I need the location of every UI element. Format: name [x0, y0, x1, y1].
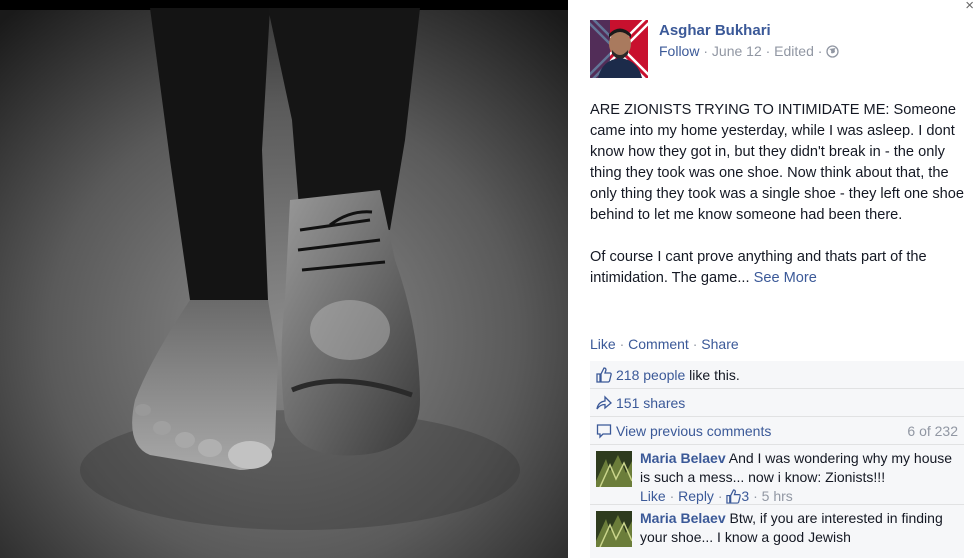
- comment-text: Maria Belaev And I was wondering why my …: [640, 449, 964, 487]
- commenter-avatar[interactable]: [596, 451, 632, 487]
- comment-time: 5 hrs: [761, 488, 793, 504]
- likes-suffix: like this.: [685, 367, 740, 383]
- photo-viewer[interactable]: [0, 0, 568, 558]
- comment-like-count[interactable]: 3: [741, 488, 749, 504]
- commenter-name[interactable]: Maria Belaev: [640, 450, 726, 466]
- separator: ·: [688, 336, 702, 352]
- post-side-panel: × Asghar Bukhari Follow · June 12 · Edit…: [568, 0, 976, 558]
- comment-action[interactable]: Comment: [628, 336, 689, 352]
- comment-like-link[interactable]: Like: [640, 488, 666, 504]
- see-more-link[interactable]: See More: [754, 270, 817, 286]
- comment-text: Maria Belaev Btw, if you are interested …: [640, 509, 964, 547]
- likes-summary: 218 people like this.: [590, 361, 964, 389]
- like-action[interactable]: Like: [590, 336, 616, 352]
- post-actions: Like · Comment · Share: [590, 336, 739, 352]
- shares-summary: 151 shares: [590, 389, 964, 417]
- post-author-name[interactable]: Asghar Bukhari: [659, 22, 771, 39]
- post-date: · June 12 · Edited ·: [699, 43, 827, 59]
- commenter-name[interactable]: Maria Belaev: [640, 510, 726, 526]
- post-paragraph-2: Of course I cant prove anything and that…: [590, 247, 970, 289]
- post-paragraph-1: ARE ZIONISTS TRYING TO INTIMIDATE ME: So…: [590, 102, 964, 223]
- author-avatar[interactable]: [590, 20, 648, 78]
- comment-reply-link[interactable]: Reply: [678, 488, 714, 504]
- shares-link[interactable]: 151 shares: [616, 395, 685, 411]
- view-previous-row: View previous comments 6 of 232: [590, 417, 964, 445]
- globe-icon: [826, 45, 839, 61]
- likes-people-link[interactable]: 218 people: [616, 367, 685, 383]
- commenter-avatar[interactable]: [596, 511, 632, 547]
- thumbs-up-icon: [596, 364, 612, 392]
- comment-item: Maria Belaev Btw, if you are interested …: [590, 505, 964, 558]
- comment-count: 6 of 232: [907, 423, 958, 439]
- post-meta: Follow · June 12 · Edited ·: [659, 43, 839, 61]
- share-action[interactable]: Share: [701, 336, 738, 352]
- follow-link[interactable]: Follow: [659, 43, 699, 59]
- post-body: ARE ZIONISTS TRYING TO INTIMIDATE ME: So…: [590, 100, 970, 310]
- separator: ·: [615, 336, 629, 352]
- speech-bubble-icon: [596, 420, 612, 448]
- share-arrow-icon: [596, 392, 612, 420]
- view-previous-comments-link[interactable]: View previous comments: [616, 423, 771, 439]
- comment-item: Maria Belaev And I was wondering why my …: [590, 445, 964, 505]
- close-icon[interactable]: ×: [965, 0, 974, 15]
- ufi-panel: 218 people like this. 151 shares View pr…: [590, 361, 964, 558]
- photo-image: [0, 0, 568, 558]
